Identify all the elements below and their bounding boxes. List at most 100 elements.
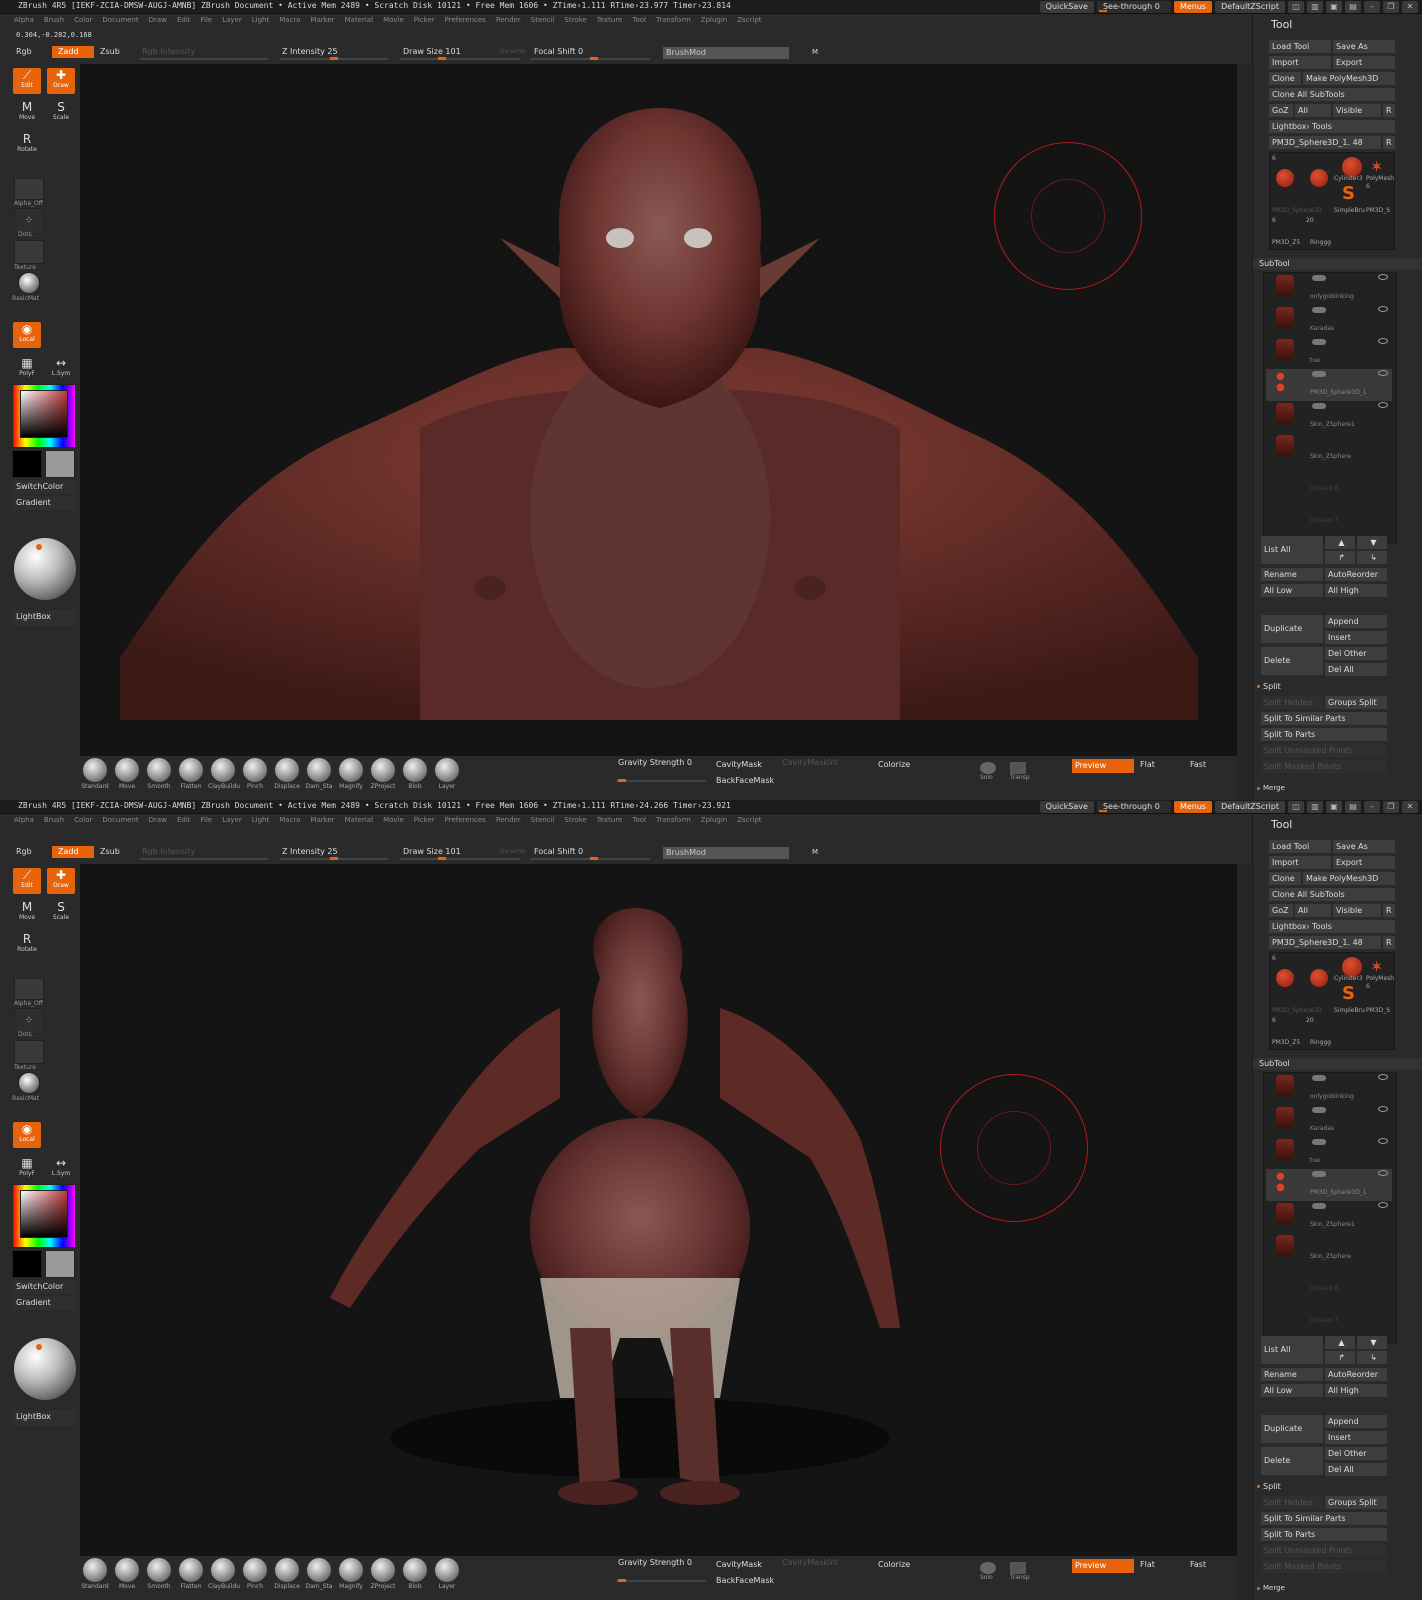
- move-bottom-icon[interactable]: ↳: [1357, 1351, 1387, 1364]
- backface-mask-button[interactable]: BackFaceMask: [716, 1576, 774, 1585]
- merge-section-header[interactable]: Merge: [1257, 784, 1285, 792]
- brush-smooth[interactable]: Smooth: [144, 1558, 174, 1590]
- cavity-mask-int-slider[interactable]: CavityMaskInt: [782, 1558, 839, 1567]
- rgb-intensity-slider[interactable]: Rgb Intensity: [142, 846, 195, 858]
- menu-preferences[interactable]: Preferences: [445, 814, 486, 826]
- autoreorder-button[interactable]: AutoReorder: [1325, 568, 1387, 581]
- subtool-toggle[interactable]: [1312, 275, 1326, 281]
- eye-icon[interactable]: [1378, 306, 1388, 312]
- append-button[interactable]: Append: [1325, 615, 1387, 628]
- layout-icon-3[interactable]: ▣: [1326, 801, 1342, 813]
- load-tool-button[interactable]: Load Tool: [1269, 40, 1331, 53]
- cavity-mask-button[interactable]: CavityMask: [716, 760, 762, 769]
- split-section-header[interactable]: Split: [1257, 1482, 1281, 1491]
- menu-zplugin[interactable]: Zplugin: [701, 14, 727, 26]
- cavity-mask-int-slider[interactable]: CavityMaskInt: [782, 758, 839, 767]
- append-button[interactable]: Append: [1325, 1415, 1387, 1428]
- move-down-icon[interactable]: ▼: [1357, 536, 1387, 549]
- menu-texture[interactable]: Texture: [597, 814, 623, 826]
- split-similar-parts-button[interactable]: Split To Similar Parts: [1261, 712, 1387, 725]
- menu-edit[interactable]: Edit: [177, 814, 191, 826]
- main-color-swatch[interactable]: [12, 1250, 42, 1278]
- clone-all-subtools-button[interactable]: Clone All SubTools: [1269, 888, 1395, 901]
- layout-icon-3[interactable]: ▣: [1326, 1, 1342, 13]
- flat-button[interactable]: Flat: [1140, 760, 1155, 769]
- split-masked-button[interactable]: Split Masked Points: [1261, 1560, 1387, 1573]
- brush-claybuildup[interactable]: ClayBuildu: [208, 1558, 240, 1590]
- see-through-slider[interactable]: See-through 0: [1096, 1, 1171, 13]
- cavity-mask-button[interactable]: CavityMask: [716, 1560, 762, 1569]
- scale-button[interactable]: S Scale: [47, 900, 75, 926]
- subtool-toggle[interactable]: [1312, 1107, 1326, 1113]
- import-button[interactable]: Import: [1269, 856, 1331, 869]
- split-to-parts-button[interactable]: Split To Parts: [1261, 728, 1387, 741]
- brush-flatten[interactable]: Flatten: [176, 758, 206, 790]
- export-button[interactable]: Export: [1333, 56, 1395, 69]
- current-tool-slider[interactable]: PM3D_Sphere3D_1. 48: [1269, 136, 1381, 149]
- solo-button[interactable]: Solo: [980, 1562, 996, 1581]
- menu-render[interactable]: Render: [496, 814, 521, 826]
- split-to-parts-button[interactable]: Split To Parts: [1261, 1528, 1387, 1541]
- minimize-icon[interactable]: –: [1364, 1, 1380, 13]
- document-area[interactable]: [80, 864, 1237, 1556]
- alpha-slot[interactable]: [14, 178, 44, 200]
- menu-stroke[interactable]: Stroke: [564, 14, 586, 26]
- menu-alpha[interactable]: Alpha: [14, 14, 34, 26]
- star-icon[interactable]: ✶: [1370, 157, 1383, 176]
- brush-zproject[interactable]: ZProject: [368, 1558, 398, 1590]
- eye-icon[interactable]: [1378, 1106, 1388, 1112]
- eye-icon[interactable]: [1378, 1074, 1388, 1080]
- lsym-button[interactable]: ↔ L.Sym: [47, 1156, 75, 1182]
- move-top-icon[interactable]: ↱: [1325, 1351, 1355, 1364]
- maximize-icon[interactable]: ❐: [1383, 1, 1399, 13]
- lsym-button[interactable]: ↔ L.Sym: [47, 356, 75, 382]
- split-unmasked-button[interactable]: Split Unmasked Points: [1261, 1544, 1387, 1557]
- subtool-row[interactable]: Skin_ZSphere1: [1266, 1201, 1392, 1233]
- clone-button[interactable]: Clone: [1269, 72, 1301, 85]
- brush-damstandard[interactable]: Dam_Sta: [304, 1558, 334, 1590]
- lock-icon[interactable]: ▤: [1345, 801, 1361, 813]
- menu-render[interactable]: Render: [496, 14, 521, 26]
- brush-standard[interactable]: Standard: [80, 758, 110, 790]
- subtool-row[interactable]: tue: [1266, 337, 1392, 369]
- simplebrush-icon[interactable]: S: [1342, 183, 1355, 204]
- lightbox-button[interactable]: LightBox: [12, 1410, 76, 1426]
- layout-icon[interactable]: ◫: [1288, 801, 1304, 813]
- menu-layer[interactable]: Layer: [222, 814, 242, 826]
- duplicate-button[interactable]: Duplicate: [1261, 1415, 1323, 1443]
- menu-zplugin[interactable]: Zplugin: [701, 814, 727, 826]
- preview-button[interactable]: Preview: [1072, 1559, 1134, 1573]
- brush-damstandard[interactable]: Dam_Sta: [304, 758, 334, 790]
- menu-file[interactable]: File: [201, 814, 213, 826]
- menu-document[interactable]: Document: [102, 814, 138, 826]
- subtool-toggle[interactable]: [1312, 1139, 1326, 1145]
- colorize-button[interactable]: Colorize: [878, 760, 910, 769]
- subtool-row[interactable]: Karadas: [1266, 305, 1392, 337]
- move-bottom-icon[interactable]: ↳: [1357, 551, 1387, 564]
- transp-button[interactable]: Transp: [1010, 1562, 1030, 1581]
- groups-split-button[interactable]: Groups Split: [1325, 1496, 1387, 1509]
- menu-macro[interactable]: Macro: [279, 814, 300, 826]
- menu-marker[interactable]: Marker: [310, 14, 334, 26]
- scale-button[interactable]: S Scale: [47, 100, 75, 126]
- brush-move[interactable]: Move: [112, 758, 142, 790]
- z-intensity-knob[interactable]: [330, 857, 338, 860]
- split-masked-button[interactable]: Split Masked Points: [1261, 760, 1387, 773]
- zadd-button[interactable]: Zadd: [52, 46, 94, 58]
- eye-icon[interactable]: [1378, 1202, 1388, 1208]
- current-tool-slider[interactable]: PM3D_Sphere3D_1. 48: [1269, 936, 1381, 949]
- texture-slot[interactable]: [14, 240, 44, 264]
- zadd-button[interactable]: Zadd: [52, 846, 94, 858]
- cylinder-thumbnail[interactable]: [1342, 157, 1362, 177]
- subtool-toggle[interactable]: [1312, 339, 1326, 345]
- subtool-toggle[interactable]: [1312, 1075, 1326, 1081]
- cylinder-thumbnail[interactable]: [1342, 957, 1362, 977]
- eye-icon[interactable]: [1378, 274, 1388, 280]
- menu-stroke[interactable]: Stroke: [564, 814, 586, 826]
- all-low-button[interactable]: All Low: [1261, 1384, 1323, 1397]
- polyf-button[interactable]: ▦ PolyF: [13, 356, 41, 382]
- move-down-icon[interactable]: ▼: [1357, 1336, 1387, 1349]
- brush-magnify[interactable]: Magnify: [336, 1558, 366, 1590]
- switch-color-button[interactable]: SwitchColor: [12, 480, 76, 494]
- del-other-button[interactable]: Del Other: [1325, 1447, 1387, 1460]
